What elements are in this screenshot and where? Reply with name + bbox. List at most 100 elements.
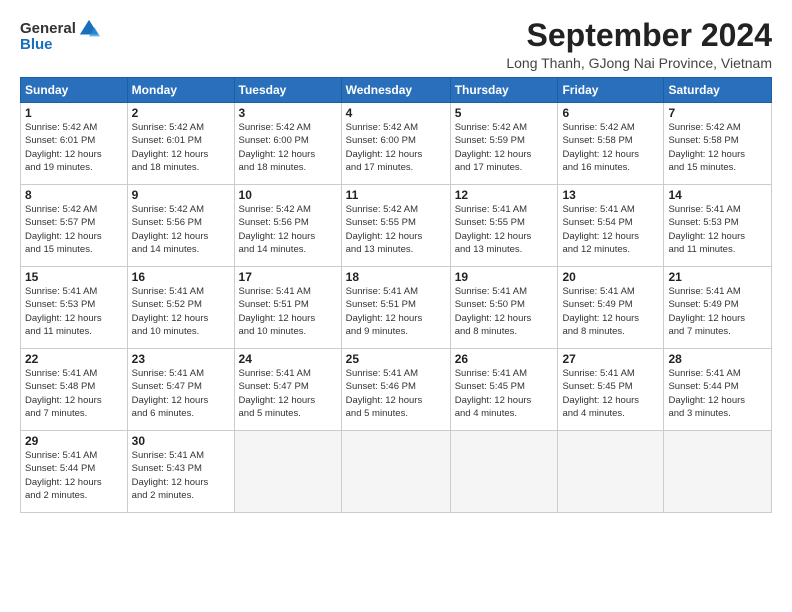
day-number: 15 bbox=[25, 270, 123, 284]
table-row: 4Sunrise: 5:42 AM Sunset: 6:00 PM Daylig… bbox=[341, 103, 450, 185]
day-number: 16 bbox=[132, 270, 230, 284]
table-row: 22Sunrise: 5:41 AM Sunset: 5:48 PM Dayli… bbox=[21, 349, 128, 431]
table-row: 26Sunrise: 5:41 AM Sunset: 5:45 PM Dayli… bbox=[450, 349, 558, 431]
table-row: 6Sunrise: 5:42 AM Sunset: 5:58 PM Daylig… bbox=[558, 103, 664, 185]
day-number: 7 bbox=[668, 106, 767, 120]
page: General Blue September 2024 Long Thanh, … bbox=[0, 0, 792, 523]
day-number: 17 bbox=[239, 270, 337, 284]
calendar-week-row: 8Sunrise: 5:42 AM Sunset: 5:57 PM Daylig… bbox=[21, 185, 772, 267]
day-info: Sunrise: 5:42 AM Sunset: 5:58 PM Dayligh… bbox=[562, 121, 659, 174]
day-info: Sunrise: 5:42 AM Sunset: 5:55 PM Dayligh… bbox=[346, 203, 446, 256]
day-number: 25 bbox=[346, 352, 446, 366]
day-info: Sunrise: 5:41 AM Sunset: 5:44 PM Dayligh… bbox=[668, 367, 767, 420]
table-row: 27Sunrise: 5:41 AM Sunset: 5:45 PM Dayli… bbox=[558, 349, 664, 431]
calendar-week-row: 15Sunrise: 5:41 AM Sunset: 5:53 PM Dayli… bbox=[21, 267, 772, 349]
day-info: Sunrise: 5:41 AM Sunset: 5:51 PM Dayligh… bbox=[239, 285, 337, 338]
day-info: Sunrise: 5:41 AM Sunset: 5:46 PM Dayligh… bbox=[346, 367, 446, 420]
table-row: 29Sunrise: 5:41 AM Sunset: 5:44 PM Dayli… bbox=[21, 431, 128, 513]
day-info: Sunrise: 5:42 AM Sunset: 6:00 PM Dayligh… bbox=[346, 121, 446, 174]
table-row: 19Sunrise: 5:41 AM Sunset: 5:50 PM Dayli… bbox=[450, 267, 558, 349]
table-row: 28Sunrise: 5:41 AM Sunset: 5:44 PM Dayli… bbox=[664, 349, 772, 431]
day-info: Sunrise: 5:41 AM Sunset: 5:47 PM Dayligh… bbox=[239, 367, 337, 420]
day-number: 14 bbox=[668, 188, 767, 202]
day-number: 22 bbox=[25, 352, 123, 366]
table-row: 15Sunrise: 5:41 AM Sunset: 5:53 PM Dayli… bbox=[21, 267, 128, 349]
col-thursday: Thursday bbox=[450, 78, 558, 103]
table-row: 3Sunrise: 5:42 AM Sunset: 6:00 PM Daylig… bbox=[234, 103, 341, 185]
day-info: Sunrise: 5:41 AM Sunset: 5:53 PM Dayligh… bbox=[668, 203, 767, 256]
day-info: Sunrise: 5:41 AM Sunset: 5:55 PM Dayligh… bbox=[455, 203, 554, 256]
table-row bbox=[234, 431, 341, 513]
title-block: September 2024 Long Thanh, GJong Nai Pro… bbox=[506, 18, 772, 71]
day-info: Sunrise: 5:41 AM Sunset: 5:53 PM Dayligh… bbox=[25, 285, 123, 338]
col-monday: Monday bbox=[127, 78, 234, 103]
day-info: Sunrise: 5:41 AM Sunset: 5:54 PM Dayligh… bbox=[562, 203, 659, 256]
day-number: 13 bbox=[562, 188, 659, 202]
table-row: 9Sunrise: 5:42 AM Sunset: 5:56 PM Daylig… bbox=[127, 185, 234, 267]
day-number: 21 bbox=[668, 270, 767, 284]
calendar-week-row: 1Sunrise: 5:42 AM Sunset: 6:01 PM Daylig… bbox=[21, 103, 772, 185]
day-number: 26 bbox=[455, 352, 554, 366]
table-row: 10Sunrise: 5:42 AM Sunset: 5:56 PM Dayli… bbox=[234, 185, 341, 267]
day-number: 10 bbox=[239, 188, 337, 202]
day-number: 3 bbox=[239, 106, 337, 120]
table-row: 30Sunrise: 5:41 AM Sunset: 5:43 PM Dayli… bbox=[127, 431, 234, 513]
day-number: 5 bbox=[455, 106, 554, 120]
day-number: 18 bbox=[346, 270, 446, 284]
subtitle: Long Thanh, GJong Nai Province, Vietnam bbox=[506, 55, 772, 71]
table-row: 14Sunrise: 5:41 AM Sunset: 5:53 PM Dayli… bbox=[664, 185, 772, 267]
table-row: 20Sunrise: 5:41 AM Sunset: 5:49 PM Dayli… bbox=[558, 267, 664, 349]
day-info: Sunrise: 5:42 AM Sunset: 6:00 PM Dayligh… bbox=[239, 121, 337, 174]
calendar-header-row: Sunday Monday Tuesday Wednesday Thursday… bbox=[21, 78, 772, 103]
table-row: 2Sunrise: 5:42 AM Sunset: 6:01 PM Daylig… bbox=[127, 103, 234, 185]
logo-icon bbox=[78, 18, 100, 40]
table-row: 11Sunrise: 5:42 AM Sunset: 5:55 PM Dayli… bbox=[341, 185, 450, 267]
day-number: 8 bbox=[25, 188, 123, 202]
logo: General Blue bbox=[20, 18, 100, 54]
col-sunday: Sunday bbox=[21, 78, 128, 103]
day-info: Sunrise: 5:41 AM Sunset: 5:43 PM Dayligh… bbox=[132, 449, 230, 502]
day-number: 29 bbox=[25, 434, 123, 448]
month-title: September 2024 bbox=[506, 18, 772, 53]
day-number: 1 bbox=[25, 106, 123, 120]
table-row: 8Sunrise: 5:42 AM Sunset: 5:57 PM Daylig… bbox=[21, 185, 128, 267]
day-info: Sunrise: 5:41 AM Sunset: 5:48 PM Dayligh… bbox=[25, 367, 123, 420]
day-number: 19 bbox=[455, 270, 554, 284]
table-row: 24Sunrise: 5:41 AM Sunset: 5:47 PM Dayli… bbox=[234, 349, 341, 431]
day-info: Sunrise: 5:41 AM Sunset: 5:52 PM Dayligh… bbox=[132, 285, 230, 338]
day-info: Sunrise: 5:41 AM Sunset: 5:49 PM Dayligh… bbox=[668, 285, 767, 338]
table-row: 23Sunrise: 5:41 AM Sunset: 5:47 PM Dayli… bbox=[127, 349, 234, 431]
table-row: 12Sunrise: 5:41 AM Sunset: 5:55 PM Dayli… bbox=[450, 185, 558, 267]
col-tuesday: Tuesday bbox=[234, 78, 341, 103]
day-info: Sunrise: 5:42 AM Sunset: 5:58 PM Dayligh… bbox=[668, 121, 767, 174]
calendar-week-row: 22Sunrise: 5:41 AM Sunset: 5:48 PM Dayli… bbox=[21, 349, 772, 431]
day-number: 24 bbox=[239, 352, 337, 366]
day-number: 6 bbox=[562, 106, 659, 120]
calendar-table: Sunday Monday Tuesday Wednesday Thursday… bbox=[20, 77, 772, 513]
day-info: Sunrise: 5:41 AM Sunset: 5:44 PM Dayligh… bbox=[25, 449, 123, 502]
day-info: Sunrise: 5:41 AM Sunset: 5:51 PM Dayligh… bbox=[346, 285, 446, 338]
col-wednesday: Wednesday bbox=[341, 78, 450, 103]
day-number: 4 bbox=[346, 106, 446, 120]
table-row bbox=[450, 431, 558, 513]
table-row bbox=[558, 431, 664, 513]
table-row: 17Sunrise: 5:41 AM Sunset: 5:51 PM Dayli… bbox=[234, 267, 341, 349]
table-row: 21Sunrise: 5:41 AM Sunset: 5:49 PM Dayli… bbox=[664, 267, 772, 349]
day-info: Sunrise: 5:42 AM Sunset: 6:01 PM Dayligh… bbox=[132, 121, 230, 174]
day-number: 20 bbox=[562, 270, 659, 284]
day-info: Sunrise: 5:42 AM Sunset: 6:01 PM Dayligh… bbox=[25, 121, 123, 174]
day-info: Sunrise: 5:42 AM Sunset: 5:56 PM Dayligh… bbox=[132, 203, 230, 256]
day-number: 30 bbox=[132, 434, 230, 448]
day-number: 9 bbox=[132, 188, 230, 202]
day-info: Sunrise: 5:42 AM Sunset: 5:57 PM Dayligh… bbox=[25, 203, 123, 256]
col-friday: Friday bbox=[558, 78, 664, 103]
day-number: 11 bbox=[346, 188, 446, 202]
day-number: 28 bbox=[668, 352, 767, 366]
day-info: Sunrise: 5:42 AM Sunset: 5:56 PM Dayligh… bbox=[239, 203, 337, 256]
table-row: 1Sunrise: 5:42 AM Sunset: 6:01 PM Daylig… bbox=[21, 103, 128, 185]
table-row bbox=[664, 431, 772, 513]
table-row bbox=[341, 431, 450, 513]
day-number: 12 bbox=[455, 188, 554, 202]
table-row: 16Sunrise: 5:41 AM Sunset: 5:52 PM Dayli… bbox=[127, 267, 234, 349]
table-row: 5Sunrise: 5:42 AM Sunset: 5:59 PM Daylig… bbox=[450, 103, 558, 185]
